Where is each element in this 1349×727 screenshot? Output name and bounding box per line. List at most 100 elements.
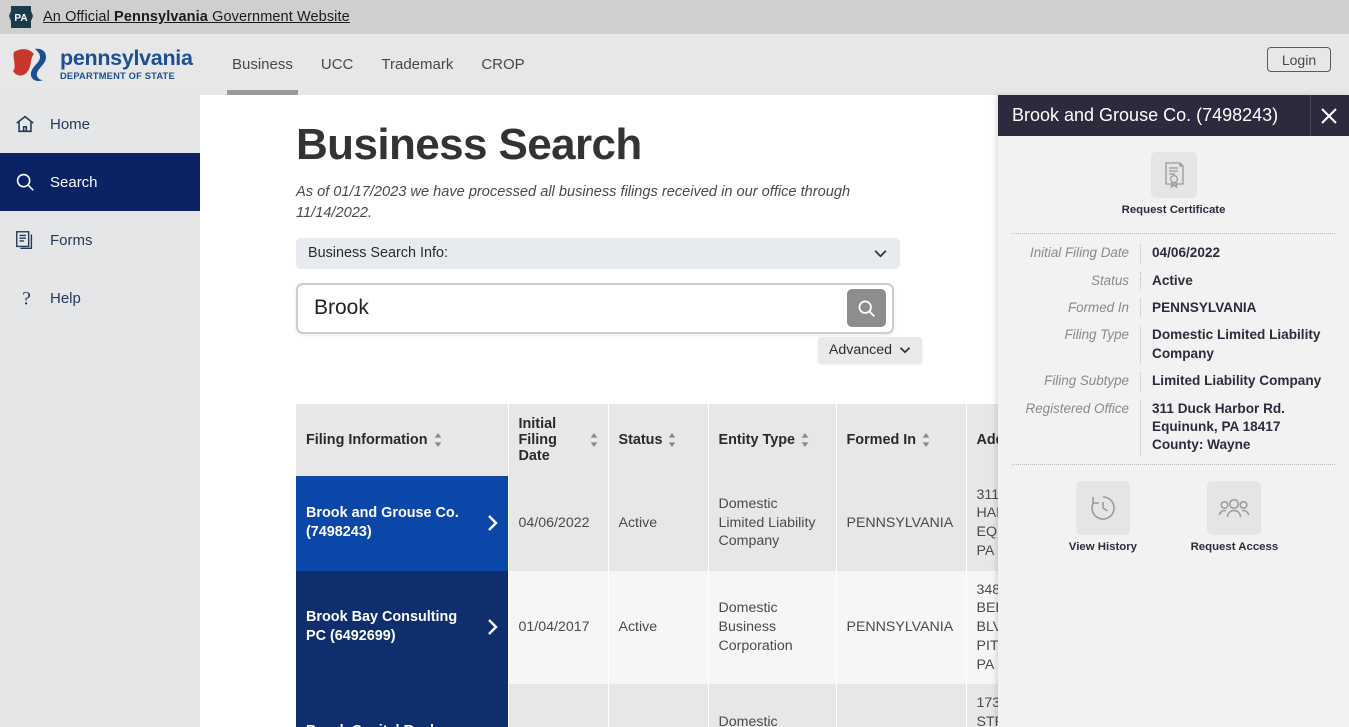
primary-nav: Business UCC Trademark CROP [218,34,539,95]
close-icon [1320,107,1337,124]
field-label: Registered Office [1025,400,1129,416]
sidebar-item-label: Help [50,289,81,307]
home-icon [16,115,34,133]
sidebar-nav: Home Search Forms ? Help [0,95,200,727]
field-filing-subtype: Filing Subtype Limited Liability Company [1012,372,1335,391]
official-site-banner: PA An Official Pennsylvania Government W… [0,0,1349,34]
results-count: Results: 493 [296,380,1086,396]
site-logo[interactable]: pennsylvania DEPARTMENT OF STATE [0,45,200,85]
row-entity-type: Domestic Limited Liability Company [708,684,837,727]
advanced-search-toggle[interactable]: Advanced [817,336,922,363]
search-icon [858,300,875,317]
field-value: Limited Liability Company [1140,372,1335,391]
column-header-formed-in[interactable]: Formed In [836,403,967,476]
field-value: 04/06/2022 [1140,244,1335,263]
tile-background [1075,480,1130,535]
search-input[interactable] [314,296,847,321]
sort-icon [801,432,809,447]
nav-tab-ucc[interactable]: UCC [307,34,368,95]
field-value: Domestic Limited Liability Company [1140,326,1335,364]
help-icon: ? [22,288,31,309]
row-status: Active [608,475,709,571]
search-box[interactable] [296,282,894,334]
sidebar-item-label: Search [50,173,98,191]
chevron-right-icon [487,619,498,636]
row-date: 04/06/2022 [508,475,609,571]
row-name: Brook Capital Real Estate, LLC (6352530) [306,723,455,727]
row-date: 01/04/2017 [508,570,609,685]
column-header-entity-type[interactable]: Entity Type [708,403,837,476]
sidebar-item-help[interactable]: ? Help [0,269,200,327]
logo-subtitle: DEPARTMENT OF STATE [60,71,175,82]
svg-text:PA: PA [14,13,27,24]
field-value: PENNSYLVANIA [1140,299,1335,318]
table-row[interactable]: Brook and Grouse Co. (7498243) 04/06/202… [296,475,1087,571]
field-status: Status Active [1012,271,1335,291]
column-header-status[interactable]: Status [608,403,709,476]
row-formed-in: PENNSYLVANIA [836,475,967,571]
search-submit-button[interactable] [847,289,886,328]
row-name: Brook and Grouse Co. (7498243) [306,505,459,541]
search-row: Advanced [296,282,922,363]
row-formed-in: PENNSYLVANIA [836,570,967,685]
sidebar-item-forms[interactable]: Forms [0,211,200,269]
request-certificate-button[interactable]: Request Certificate [1122,152,1225,217]
pa-keystone-badge-icon: PA [9,6,33,28]
people-icon [1219,498,1250,517]
field-registered-office: Registered Office 311 Duck Harbor Rd. Eq… [1012,399,1335,455]
request-certificate-area: Request Certificate [998,136,1349,227]
tile-background [1150,152,1197,198]
column-header-filing-information[interactable]: Filing Information [296,403,509,476]
certificate-icon [1164,162,1184,189]
sidebar-item-label: Home [50,115,91,133]
site-header: pennsylvania DEPARTMENT OF STATE Busines… [0,34,1349,95]
request-access-button[interactable]: Request Access [1190,480,1279,554]
official-site-link[interactable]: An Official Pennsylvania Government Webs… [43,9,350,25]
panel-action-buttons: View History Request Access [998,465,1349,554]
banner-prefix: An Official [43,9,115,25]
forms-icon [16,231,33,249]
field-initial-filing-date: Initial Filing Date 04/06/2022 [1012,244,1335,263]
table-row[interactable]: Brook Capital Real Estate, LLC (6352530)… [296,684,1087,727]
row-name-cell[interactable]: Brook Bay Consulting PC (6492699) [296,570,509,685]
table-row[interactable]: Brook Bay Consulting PC (6492699) 01/04/… [296,570,1087,685]
panel-title: Brook and Grouse Co. (7498243) [1012,105,1279,125]
request-access-label: Request Access [1190,540,1279,553]
field-formed-in: Formed In PENNSYLVANIA [1012,299,1335,318]
business-search-info-accordion[interactable]: Business Search Info: [296,237,900,269]
panel-close-button[interactable] [1310,95,1346,136]
field-label: Filing Subtype [1044,373,1129,389]
row-name-cell[interactable]: Brook Capital Real Estate, LLC (6352530) [296,684,509,727]
history-icon [1091,495,1115,520]
nav-tab-trademark[interactable]: Trademark [367,34,467,95]
sidebar-item-home[interactable]: Home [0,95,200,153]
view-history-button[interactable]: View History [1069,480,1137,554]
row-name-cell[interactable]: Brook and Grouse Co. (7498243) [296,475,509,571]
tile-background [1207,480,1262,535]
banner-state: Pennsylvania [114,9,208,25]
field-label: Formed In [1067,300,1129,316]
row-formed-in: PENNSYLVANIA [836,684,967,727]
entity-fields: Initial Filing Date 04/06/2022 Status Ac… [998,234,1349,455]
page-root: PA An Official Pennsylvania Government W… [0,0,1349,727]
logo-text: pennsylvania DEPARTMENT OF STATE [60,45,193,82]
search-icon [16,173,34,191]
info-accordion-label: Business Search Info: [308,245,448,262]
search-results-table: Filing Information Initial Filing Date S… [296,403,1087,727]
field-filing-type: Filing Type Domestic Limited Liability C… [1012,326,1335,364]
panel-header: Brook and Grouse Co. (7498243) [998,95,1349,136]
processing-notice: As of 01/17/2023 we have processed all b… [296,184,851,221]
row-entity-type: Domestic Limited Liability Company [708,475,837,571]
row-entity-type: Domestic Business Corporation [708,570,837,685]
svg-text:?: ? [22,288,31,309]
nav-tab-crop[interactable]: CROP [467,34,538,95]
sidebar-item-search[interactable]: Search [0,153,200,211]
pennsylvania-logo-icon [13,48,46,81]
login-button[interactable]: Login [1267,47,1331,72]
row-status: Active [608,570,709,685]
column-header-initial-filing-date[interactable]: Initial Filing Date [508,403,609,476]
nav-tab-business[interactable]: Business [218,34,307,95]
banner-suffix: Government Website [207,9,350,25]
logo-title: pennsylvania [60,45,193,70]
sort-icon [434,432,441,447]
